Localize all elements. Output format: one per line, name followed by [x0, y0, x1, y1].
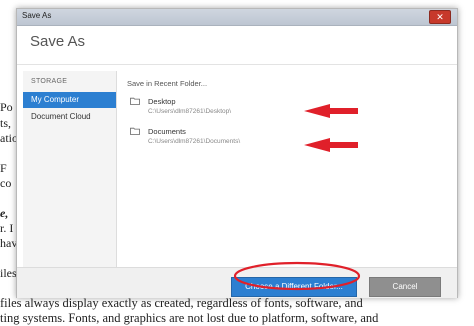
- choose-different-folder-button[interactable]: Choose a Different Folder...: [231, 277, 357, 297]
- divider: [17, 64, 457, 65]
- sidebar-header: STORAGE: [31, 78, 68, 85]
- folder-path: C:\Users\dlm87261\Documents\: [148, 138, 241, 145]
- folder-path: C:\Users\dlm87261\Desktop\: [148, 108, 232, 115]
- folder-name: Desktop: [148, 97, 176, 106]
- recent-folder-header: Save in Recent Folder...: [127, 79, 208, 88]
- background-text-fragment: hav: [0, 236, 18, 250]
- sidebar-item-document-cloud[interactable]: Document Cloud: [23, 109, 116, 125]
- background-text-fragment: r. I: [0, 221, 14, 235]
- folder-name: Documents: [148, 127, 186, 136]
- background-text-fragment: ts,: [0, 116, 12, 130]
- storage-sidebar: STORAGE My Computer Document Cloud: [23, 71, 117, 267]
- folder-icon: [130, 127, 140, 135]
- cancel-button[interactable]: Cancel: [369, 277, 441, 297]
- background-text-line: files always display exactly as created,…: [0, 296, 363, 310]
- dialog-footer: Choose a Different Folder... Cancel: [17, 267, 457, 298]
- window-title: Save As: [22, 11, 52, 20]
- save-as-dialog: Save As ✕ Save As STORAGE My Computer Do…: [16, 8, 458, 298]
- background-text-fragment: co: [0, 176, 12, 190]
- background-text-line: ting systems. Fonts, and graphics are no…: [0, 311, 379, 325]
- background-text-fragment: iles: [0, 266, 17, 280]
- dialog-heading: Save As: [30, 33, 86, 50]
- background-text-fragment: Po: [0, 100, 13, 114]
- background-text-fragment: F: [0, 161, 7, 175]
- title-bar[interactable]: Save As ✕: [17, 9, 457, 26]
- folder-icon: [130, 97, 140, 105]
- sidebar-item-my-computer[interactable]: My Computer: [23, 92, 116, 108]
- close-icon: ✕: [436, 12, 444, 22]
- background-text-fragment: e,: [0, 206, 9, 220]
- close-button[interactable]: ✕: [429, 10, 451, 24]
